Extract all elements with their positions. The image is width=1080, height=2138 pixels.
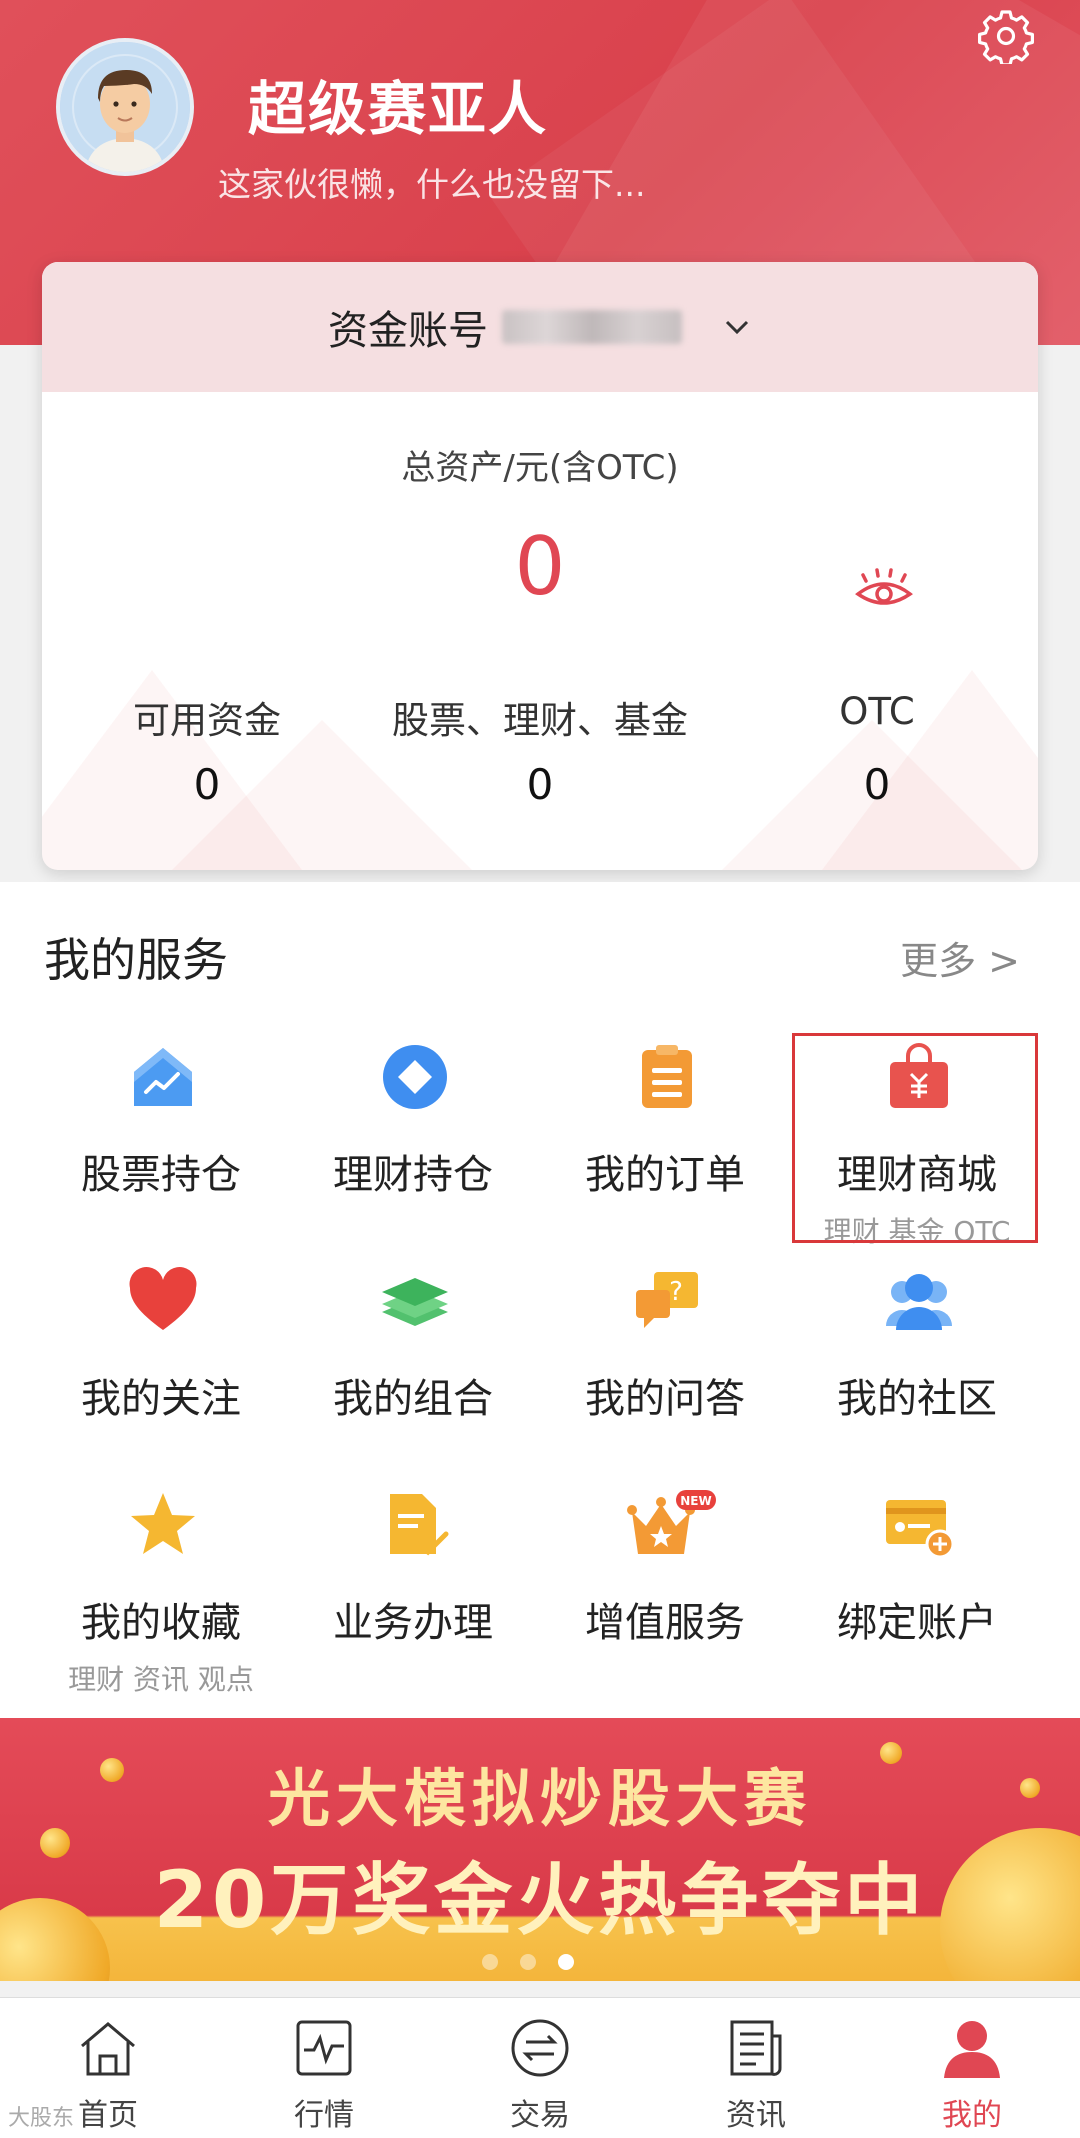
service-sublabel: 理财 资讯 观点 <box>68 1663 254 1696</box>
my-services-section: 我的服务 更多 > 股票持仓 理财持仓 我的订单 理财商城 理财 基金 OTC … <box>0 882 1080 1718</box>
otc-value: 0 <box>863 760 891 809</box>
crown-new-icon: NEW <box>627 1490 716 1554</box>
highlight-box <box>792 1033 1038 1243</box>
account-number-masked <box>502 310 682 344</box>
service-label: 我的订单 <box>585 1152 745 1198</box>
layers-icon <box>382 1278 448 1326</box>
carousel-dot[interactable] <box>520 1954 536 1970</box>
card-add-icon <box>886 1500 954 1559</box>
exchange-icon <box>511 2019 569 2077</box>
tab-label: 资讯 <box>726 2098 786 2133</box>
service-label: 我的收藏 <box>81 1600 241 1646</box>
service-label: 理财持仓 <box>333 1152 493 1198</box>
username: 超级赛亚人 <box>248 75 549 143</box>
carousel-dot-active[interactable] <box>558 1954 574 1970</box>
people-icon <box>886 1274 952 1330</box>
question-chat-icon: ? <box>636 1272 698 1328</box>
star-icon <box>131 1493 195 1554</box>
tab-trade[interactable]: 交易 <box>432 1998 648 2138</box>
service-label: 增值服务 <box>585 1600 745 1646</box>
promo-banner[interactable]: 光大模拟炒股大赛 20万奖金火热争夺中 <box>0 1718 1080 1981</box>
carousel-dots <box>482 1954 596 1974</box>
bottom-tab-bar: 首页 行情 交易 资讯 我的 <box>0 1997 1080 2138</box>
avatar[interactable] <box>56 38 194 176</box>
tab-label: 我的 <box>942 2098 1002 2133</box>
diamond-icon <box>383 1045 447 1109</box>
service-label: 我的关注 <box>81 1376 241 1422</box>
news-icon <box>730 2020 782 2076</box>
otc-label: OTC <box>839 690 915 733</box>
holdings-value: 0 <box>526 760 554 809</box>
section-title: 我的服务 <box>44 933 228 987</box>
tab-label: 交易 <box>510 2098 570 2133</box>
banner-subtitle: 20万奖金火热争夺中 <box>153 1856 927 1946</box>
account-selector[interactable]: 资金账号 <box>42 262 1038 392</box>
asset-card: 资金账号 总资产/元(含OTC) 0 可用资金 0 股票、理财、基金 0 OTC… <box>42 262 1038 870</box>
gear-icon[interactable] <box>978 8 1034 64</box>
tab-news[interactable]: 资讯 <box>648 1998 864 2138</box>
document-check-icon <box>390 1494 449 1556</box>
service-label: 绑定账户 <box>837 1600 997 1646</box>
home-icon <box>81 2022 135 2076</box>
available-funds-label: 可用资金 <box>133 699 281 742</box>
eye-icon[interactable] <box>854 568 914 612</box>
tab-market[interactable]: 行情 <box>216 1998 432 2138</box>
clipboard-icon <box>642 1045 692 1108</box>
more-link[interactable]: 更多 > <box>900 930 1020 985</box>
tab-label: 行情 <box>294 2098 354 2133</box>
tab-me[interactable]: 我的 <box>864 1998 1080 2138</box>
watermark: 大股东 <box>8 2106 75 2131</box>
service-label: 股票持仓 <box>81 1152 241 1198</box>
user-bio: 这家伙很懒，什么也没留下... <box>218 165 646 204</box>
service-label: 我的组合 <box>333 1376 493 1422</box>
new-badge: NEW <box>680 1494 711 1508</box>
carousel-dot[interactable] <box>482 1954 498 1970</box>
svg-text:?: ? <box>669 1277 683 1307</box>
stock-house-icon <box>134 1048 192 1106</box>
holdings-label: 股票、理财、基金 <box>392 699 688 742</box>
total-assets-label: 总资产/元(含OTC) <box>401 448 679 488</box>
account-label: 资金账号 <box>328 308 488 354</box>
heart-icon <box>129 1267 197 1330</box>
available-funds-value: 0 <box>193 760 221 809</box>
chevron-down-icon[interactable] <box>722 312 752 342</box>
user-icon <box>944 2021 1000 2078</box>
banner-title: 光大模拟炒股大赛 <box>267 1762 812 1835</box>
service-label: 业务办理 <box>333 1600 493 1646</box>
service-label: 我的社区 <box>837 1376 997 1422</box>
service-label: 我的问答 <box>585 1376 745 1422</box>
pulse-icon <box>296 2020 352 2076</box>
